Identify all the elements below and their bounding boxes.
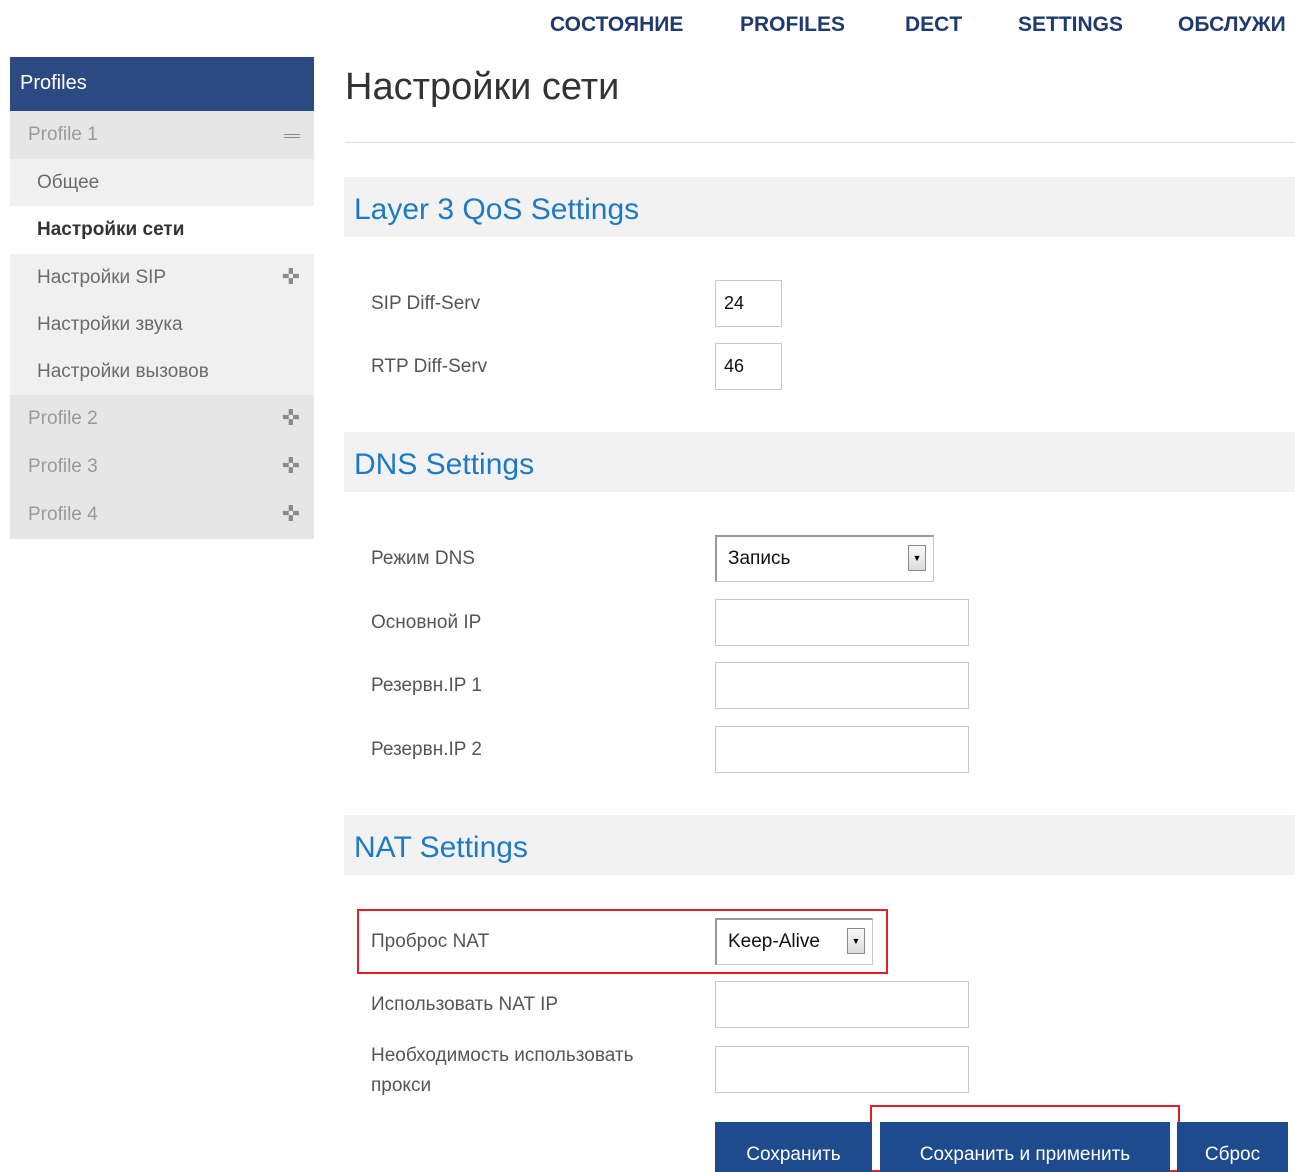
backup-ip-2-input[interactable] [715,726,969,773]
section-title-dns: DNS Settings [354,448,535,481]
nav-maintenance[interactable]: ОБСЛУЖИ [1178,13,1286,37]
sidebar-item-general[interactable]: Общее [10,159,314,206]
rtp-diffserv-input[interactable] [715,343,782,390]
sidebar-header: Profiles [10,57,314,111]
top-nav: СОСТОЯНИЕ PROFILES DECT SETTINGS ОБСЛУЖИ [0,0,1295,50]
primary-ip-label: Основной IP [371,612,482,633]
sidebar-item-profile-1[interactable]: Profile 1 [10,111,314,159]
use-nat-ip-label: Использовать NAT IP [371,994,559,1015]
sidebar-item-label: Profile 4 [28,504,98,525]
chevron-down-icon[interactable]: ▼ [847,928,865,954]
section-qos: Layer 3 QoS Settings [344,177,1295,237]
sidebar-item-label: Profile 1 [28,124,98,145]
nat-traversal-label: Проброс NAT [371,931,490,952]
sip-diffserv-input[interactable] [715,280,782,327]
sidebar-item-label: Настройки вызовов [37,361,209,382]
nav-dect[interactable]: DECT [905,13,962,37]
expand-plus-icon[interactable]: ✜ [282,455,300,477]
title-divider [345,142,1295,143]
sidebar-item-label: Настройки SIP [37,267,167,288]
section-title-qos: Layer 3 QoS Settings [354,193,640,226]
primary-ip-input[interactable] [715,599,969,646]
rtp-diffserv-label: RTP Diff-Serv [371,356,488,377]
nav-status[interactable]: СОСТОЯНИЕ [550,13,683,37]
sidebar-item-network-settings[interactable]: Настройки сети [10,206,314,254]
nav-profiles[interactable]: PROFILES [740,13,845,37]
proxy-required-label-line1: Необходимость использовать [371,1045,634,1066]
section-title-nat: NAT Settings [354,831,528,864]
sidebar-item-profile-2[interactable]: Profile 2 ✜ [10,395,314,443]
sidebar-item-label: Настройки сети [37,219,185,240]
sidebar-item-profile-4[interactable]: Profile 4 ✜ [10,491,314,539]
nav-settings[interactable]: SETTINGS [1018,13,1123,37]
save-apply-button[interactable]: Сохранить и применить [880,1122,1170,1172]
expand-plus-icon[interactable]: ✜ [282,407,300,429]
backup-ip-1-input[interactable] [715,662,969,709]
use-nat-ip-input[interactable] [715,981,969,1028]
dns-mode-value: Запись [728,548,791,569]
sip-diffserv-label: SIP Diff-Serv [371,293,481,314]
nat-traversal-value: Keep-Alive [728,931,820,952]
sidebar-item-audio-settings[interactable]: Настройки звука [10,301,314,348]
sidebar-item-profile-3[interactable]: Profile 3 ✜ [10,443,314,491]
nat-traversal-select[interactable]: Keep-Alive ▼ [715,918,873,965]
backup-ip-1-label: Резервн.IP 1 [371,675,482,696]
proxy-required-input[interactable] [715,1046,969,1093]
section-nat: NAT Settings [344,815,1295,875]
sidebar-item-label: Profile 2 [28,408,98,429]
sidebar-item-sip-settings[interactable]: Настройки SIP ✜ [10,254,314,301]
sidebar-item-label: Настройки звука [37,314,183,335]
dns-mode-label: Режим DNS [371,548,475,569]
collapse-icon[interactable] [284,134,300,138]
sidebar-item-label: Profile 3 [28,456,98,477]
save-button[interactable]: Сохранить [715,1122,872,1172]
sidebar-item-call-settings[interactable]: Настройки вызовов [10,348,314,395]
sidebar-item-label: Общее [37,172,100,193]
proxy-required-label-line2: прокси [371,1075,432,1096]
chevron-down-icon[interactable]: ▼ [908,545,926,571]
reset-button[interactable]: Сброс [1177,1122,1288,1172]
expand-plus-icon[interactable]: ✜ [282,266,300,288]
expand-plus-icon[interactable]: ✜ [282,503,300,525]
page-title: Настройки сети [345,66,620,108]
dns-mode-select[interactable]: Запись ▼ [715,535,934,582]
section-dns: DNS Settings [344,432,1295,492]
sidebar: Profiles Profile 1 Общее Настройки сети … [10,57,314,539]
backup-ip-2-label: Резервн.IP 2 [371,739,482,760]
